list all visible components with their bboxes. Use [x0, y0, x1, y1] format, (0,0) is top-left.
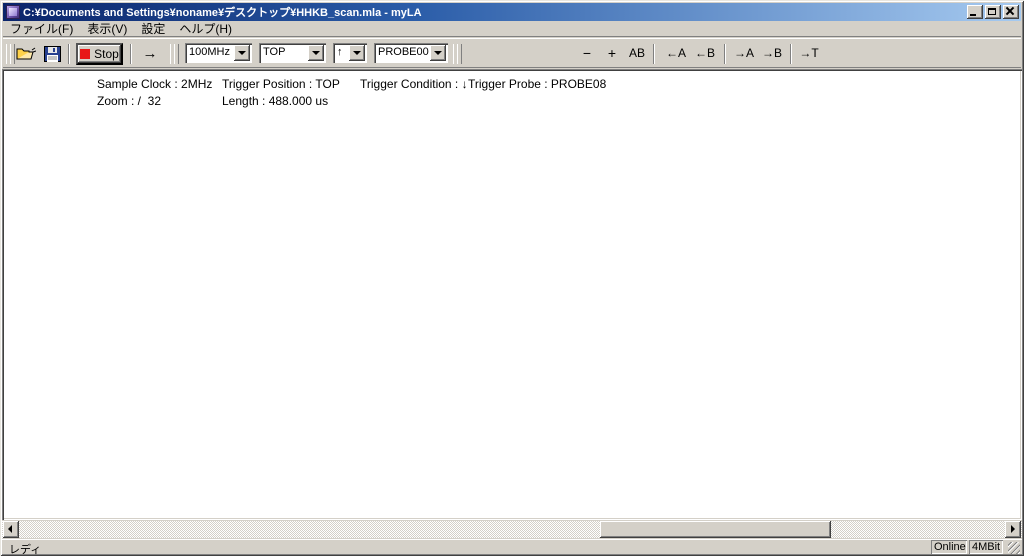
- trigger-condition-info: Trigger Condition : ↓: [360, 77, 468, 91]
- menu-view[interactable]: 表示(V): [80, 21, 134, 37]
- toolbar-grip[interactable]: [170, 44, 177, 64]
- dropdown-arrow-icon[interactable]: [234, 45, 250, 61]
- toolbar-separator: [790, 44, 792, 64]
- dropdown-arrow-icon[interactable]: [308, 45, 324, 61]
- toolbar-separator: [130, 44, 132, 64]
- app-icon: [6, 5, 20, 19]
- app-window: C:¥Documents and Settings¥noname¥デスクトップ¥…: [0, 0, 1024, 556]
- goto-marker-b-left-button[interactable]: ←B: [692, 44, 718, 64]
- menu-settings[interactable]: 設定: [134, 21, 172, 37]
- status-online-badge: Online: [931, 540, 967, 554]
- save-floppy-icon: [44, 46, 61, 62]
- run-button[interactable]: →: [136, 44, 164, 64]
- waveform-client-area: [2, 69, 1022, 520]
- sample-clock-info: Sample Clock : 2MHz: [97, 77, 212, 91]
- goto-marker-a-left-button[interactable]: ←A: [663, 44, 689, 64]
- resize-grip[interactable]: [1008, 542, 1020, 554]
- ab-button[interactable]: AB: [626, 44, 648, 64]
- maximize-icon: [988, 8, 996, 15]
- goto-trigger-button[interactable]: →T: [796, 44, 822, 64]
- menu-file[interactable]: ファイル(F): [3, 21, 80, 37]
- sample-clock-select[interactable]: 100MHz: [185, 43, 252, 63]
- goto-marker-b-right-button[interactable]: →B: [759, 44, 785, 64]
- scrollbar-thumb[interactable]: [600, 521, 831, 538]
- left-arrow-icon: [8, 525, 12, 533]
- toolbar-separator: [724, 44, 726, 64]
- toolbar-separator: [68, 44, 70, 64]
- trigger-edge-select[interactable]: ↑: [333, 43, 367, 63]
- toolbar: Stop → 100MHz TOP ↑ PROBE00 − + AB ←A ←B: [3, 38, 1021, 68]
- dropdown-arrow-icon[interactable]: [349, 45, 365, 61]
- trigger-position-info: Trigger Position : TOP: [222, 77, 340, 91]
- menu-bar: ファイル(F) 表示(V) 設定 ヘルプ(H): [3, 21, 1021, 37]
- zoom-out-button[interactable]: −: [577, 44, 597, 64]
- close-button[interactable]: [1003, 5, 1019, 19]
- maximize-button[interactable]: [985, 5, 1001, 19]
- title-bar[interactable]: C:¥Documents and Settings¥noname¥デスクトップ¥…: [3, 3, 1021, 21]
- minimize-icon: [970, 14, 976, 16]
- scroll-right-button[interactable]: [1005, 521, 1021, 538]
- toolbar-grip[interactable]: [6, 44, 13, 64]
- close-icon: [1006, 7, 1014, 15]
- toolbar-grip[interactable]: [453, 44, 460, 64]
- probe-select[interactable]: PROBE00: [374, 43, 448, 63]
- goto-marker-a-right-button[interactable]: →A: [731, 44, 757, 64]
- scroll-left-button[interactable]: [3, 521, 19, 538]
- stop-button[interactable]: Stop: [76, 43, 123, 65]
- status-ready-text: レディ: [9, 541, 41, 556]
- zoom-info: Zoom : / 32: [97, 94, 161, 108]
- right-arrow-icon: [1011, 525, 1015, 533]
- stop-icon: [80, 49, 90, 59]
- horizontal-scrollbar[interactable]: [2, 521, 1022, 538]
- trigger-probe-info: Trigger Probe : PROBE08: [468, 77, 606, 91]
- status-bar: レディ Online 4MBit: [2, 539, 1022, 554]
- window-title: C:¥Documents and Settings¥noname¥デスクトップ¥…: [23, 4, 963, 20]
- window-controls: [967, 5, 1019, 19]
- status-memory-badge: 4MBit: [969, 540, 1003, 554]
- dropdown-arrow-icon[interactable]: [430, 45, 446, 61]
- toolbar-separator: [653, 44, 655, 64]
- length-info: Length : 488.000 us: [222, 94, 328, 108]
- menu-help[interactable]: ヘルプ(H): [172, 21, 239, 37]
- zoom-in-button[interactable]: +: [602, 44, 622, 64]
- open-file-button[interactable]: [14, 43, 38, 65]
- minimize-button[interactable]: [967, 5, 983, 19]
- trigger-position-select[interactable]: TOP: [259, 43, 326, 63]
- save-button[interactable]: [40, 43, 64, 65]
- open-folder-icon: [16, 46, 36, 62]
